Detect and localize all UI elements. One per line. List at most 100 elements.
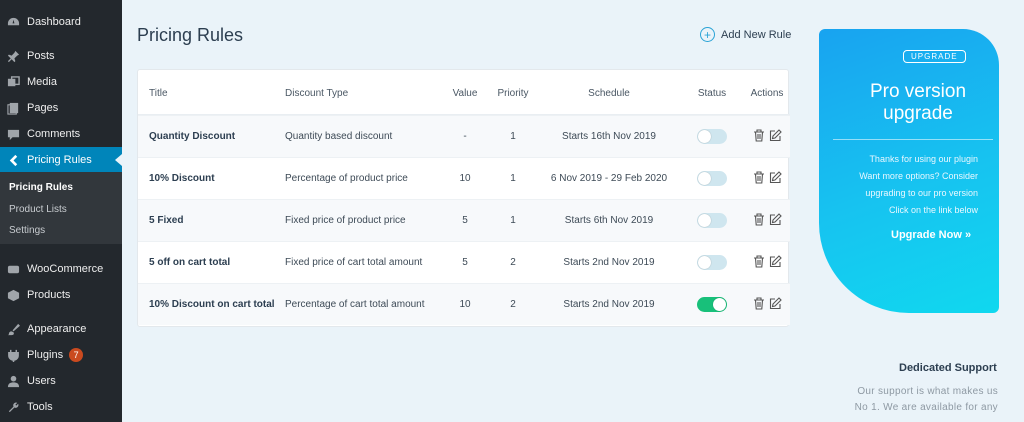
menu-label: Pricing Rules: [27, 154, 92, 166]
menu-item-posts[interactable]: Posts: [0, 43, 122, 69]
pricing-rules-submenu: Pricing Rules Product Lists Settings: [0, 172, 122, 244]
rules-table: Title Discount Type Value Priority Sched…: [137, 69, 790, 327]
edit-icon[interactable]: [768, 295, 782, 311]
upgrade-text-line: upgrading to our pro version: [865, 188, 978, 198]
rule-discount-type: Percentage of cart total amount: [285, 299, 425, 310]
status-toggle[interactable]: [697, 171, 727, 186]
rule-value: 10: [459, 299, 471, 310]
user-icon: [6, 374, 20, 388]
rule-value: -: [463, 131, 467, 142]
plus-circle-icon: +: [700, 27, 715, 42]
active-indicator: [115, 154, 122, 166]
media-icon: [6, 75, 20, 89]
woo-icon: [6, 262, 20, 276]
rule-schedule: Starts 6th Nov 2019: [564, 215, 654, 226]
edit-icon[interactable]: [768, 169, 782, 185]
table-row: 5 Fixed Fixed price of product price 5 1…: [138, 199, 790, 241]
column-header-title: Title: [149, 88, 168, 99]
upgrade-text-line: Thanks for using our plugin: [869, 154, 978, 164]
column-header-value: Value: [452, 88, 478, 99]
rule-discount-type: Fixed price of product price: [285, 215, 406, 226]
submenu-settings[interactable]: Settings: [9, 225, 45, 236]
support-title: Dedicated Support: [899, 362, 997, 374]
menu-label: Posts: [27, 50, 55, 62]
menu-item-dashboard[interactable]: Dashboard: [0, 9, 122, 35]
rule-title[interactable]: 10% Discount: [149, 173, 215, 184]
upgrade-badge: UPGRADE: [903, 50, 966, 63]
brush-icon: [6, 322, 20, 336]
trash-icon[interactable]: [752, 253, 766, 269]
plug-icon: [6, 348, 20, 362]
pages-icon: [6, 101, 20, 115]
pin-icon: [6, 49, 20, 63]
table-row: 10% Discount Percentage of product price…: [138, 157, 790, 199]
toggle-knob: [698, 256, 711, 269]
menu-item-tools[interactable]: Tools: [0, 394, 122, 420]
menu-label: Products: [27, 289, 71, 301]
menu-label: Dashboard: [27, 16, 81, 28]
trash-icon[interactable]: [752, 211, 766, 227]
edit-icon[interactable]: [768, 211, 782, 227]
upgrade-divider: [833, 139, 993, 140]
support-text-line: Our support is what makes us: [857, 386, 998, 397]
menu-item-users[interactable]: Users: [0, 368, 122, 394]
status-toggle[interactable]: [697, 213, 727, 228]
submenu-pricing-rules[interactable]: Pricing Rules: [9, 182, 73, 193]
menu-label: Media: [27, 76, 57, 88]
upgrade-text-line: Want more options? Consider: [859, 171, 978, 181]
rule-priority: 1: [510, 215, 516, 226]
pro-upgrade-card: UPGRADE Pro version upgrade Thanks for u…: [819, 29, 999, 313]
rule-value: 10: [459, 173, 471, 184]
menu-label: Appearance: [27, 323, 87, 335]
menu-item-appearance[interactable]: Appearance: [0, 316, 122, 342]
rule-title[interactable]: 5 off on cart total: [149, 257, 230, 268]
table-row: Quantity Discount Quantity based discoun…: [138, 115, 790, 157]
column-header-actions: Actions: [750, 88, 784, 99]
edit-icon[interactable]: [768, 127, 782, 143]
rule-value: 5: [462, 215, 468, 226]
menu-label: WooCommerce: [27, 263, 104, 275]
menu-item-products[interactable]: Products: [0, 282, 122, 308]
menu-item-comments[interactable]: Comments: [0, 121, 122, 147]
trash-icon[interactable]: [752, 127, 766, 143]
menu-label: Users: [27, 375, 56, 387]
rule-discount-type: Percentage of product price: [285, 173, 408, 184]
page-title: Pricing Rules: [137, 25, 244, 45]
chevron-left-icon: [6, 153, 20, 167]
trash-icon[interactable]: [752, 169, 766, 185]
upgrade-title: Pro version upgrade: [869, 81, 967, 124]
rule-title[interactable]: 10% Discount on cart total: [149, 299, 275, 310]
menu-label: Tools: [27, 401, 53, 413]
dashboard-icon: [6, 15, 20, 29]
add-new-rule-button[interactable]: + Add New Rule: [700, 27, 791, 42]
menu-item-pages[interactable]: Pages: [0, 95, 122, 121]
add-new-rule-label: Add New Rule: [721, 28, 792, 41]
menu-item-woocommerce[interactable]: WooCommerce: [0, 256, 122, 282]
rule-schedule: 6 Nov 2019 - 29 Feb 2020: [550, 173, 668, 184]
submenu-product-lists[interactable]: Product Lists: [9, 204, 67, 215]
rule-title[interactable]: Quantity Discount: [149, 131, 235, 142]
menu-item-plugins[interactable]: Plugins 7: [0, 342, 122, 368]
rule-title[interactable]: 5 Fixed: [149, 215, 183, 226]
menu-item-pricing-rules[interactable]: Pricing Rules: [0, 147, 122, 173]
comment-icon: [6, 127, 20, 141]
column-header-discount-type: Discount Type: [285, 88, 349, 99]
edit-icon[interactable]: [768, 253, 782, 269]
menu-label: Plugins: [27, 349, 64, 361]
wrench-icon: [6, 400, 20, 414]
status-toggle[interactable]: [697, 255, 727, 270]
trash-icon[interactable]: [752, 295, 766, 311]
menu-label: Pages: [27, 102, 59, 114]
menu-item-media[interactable]: Media: [0, 69, 122, 95]
rule-priority: 1: [510, 131, 516, 142]
table-row: 5 off on cart total Fixed price of cart …: [138, 241, 790, 283]
rule-discount-type: Fixed price of cart total amount: [285, 257, 423, 268]
toggle-knob: [698, 214, 711, 227]
status-toggle[interactable]: [697, 297, 727, 312]
rule-schedule: Starts 16th Nov 2019: [562, 131, 656, 142]
admin-sidebar: Dashboard Posts Media Pages Comments Pri…: [0, 0, 122, 422]
status-toggle[interactable]: [697, 129, 727, 144]
toggle-knob: [713, 298, 726, 311]
column-header-schedule: Schedule: [588, 88, 630, 99]
upgrade-now-link[interactable]: Upgrade Now »: [891, 229, 971, 241]
